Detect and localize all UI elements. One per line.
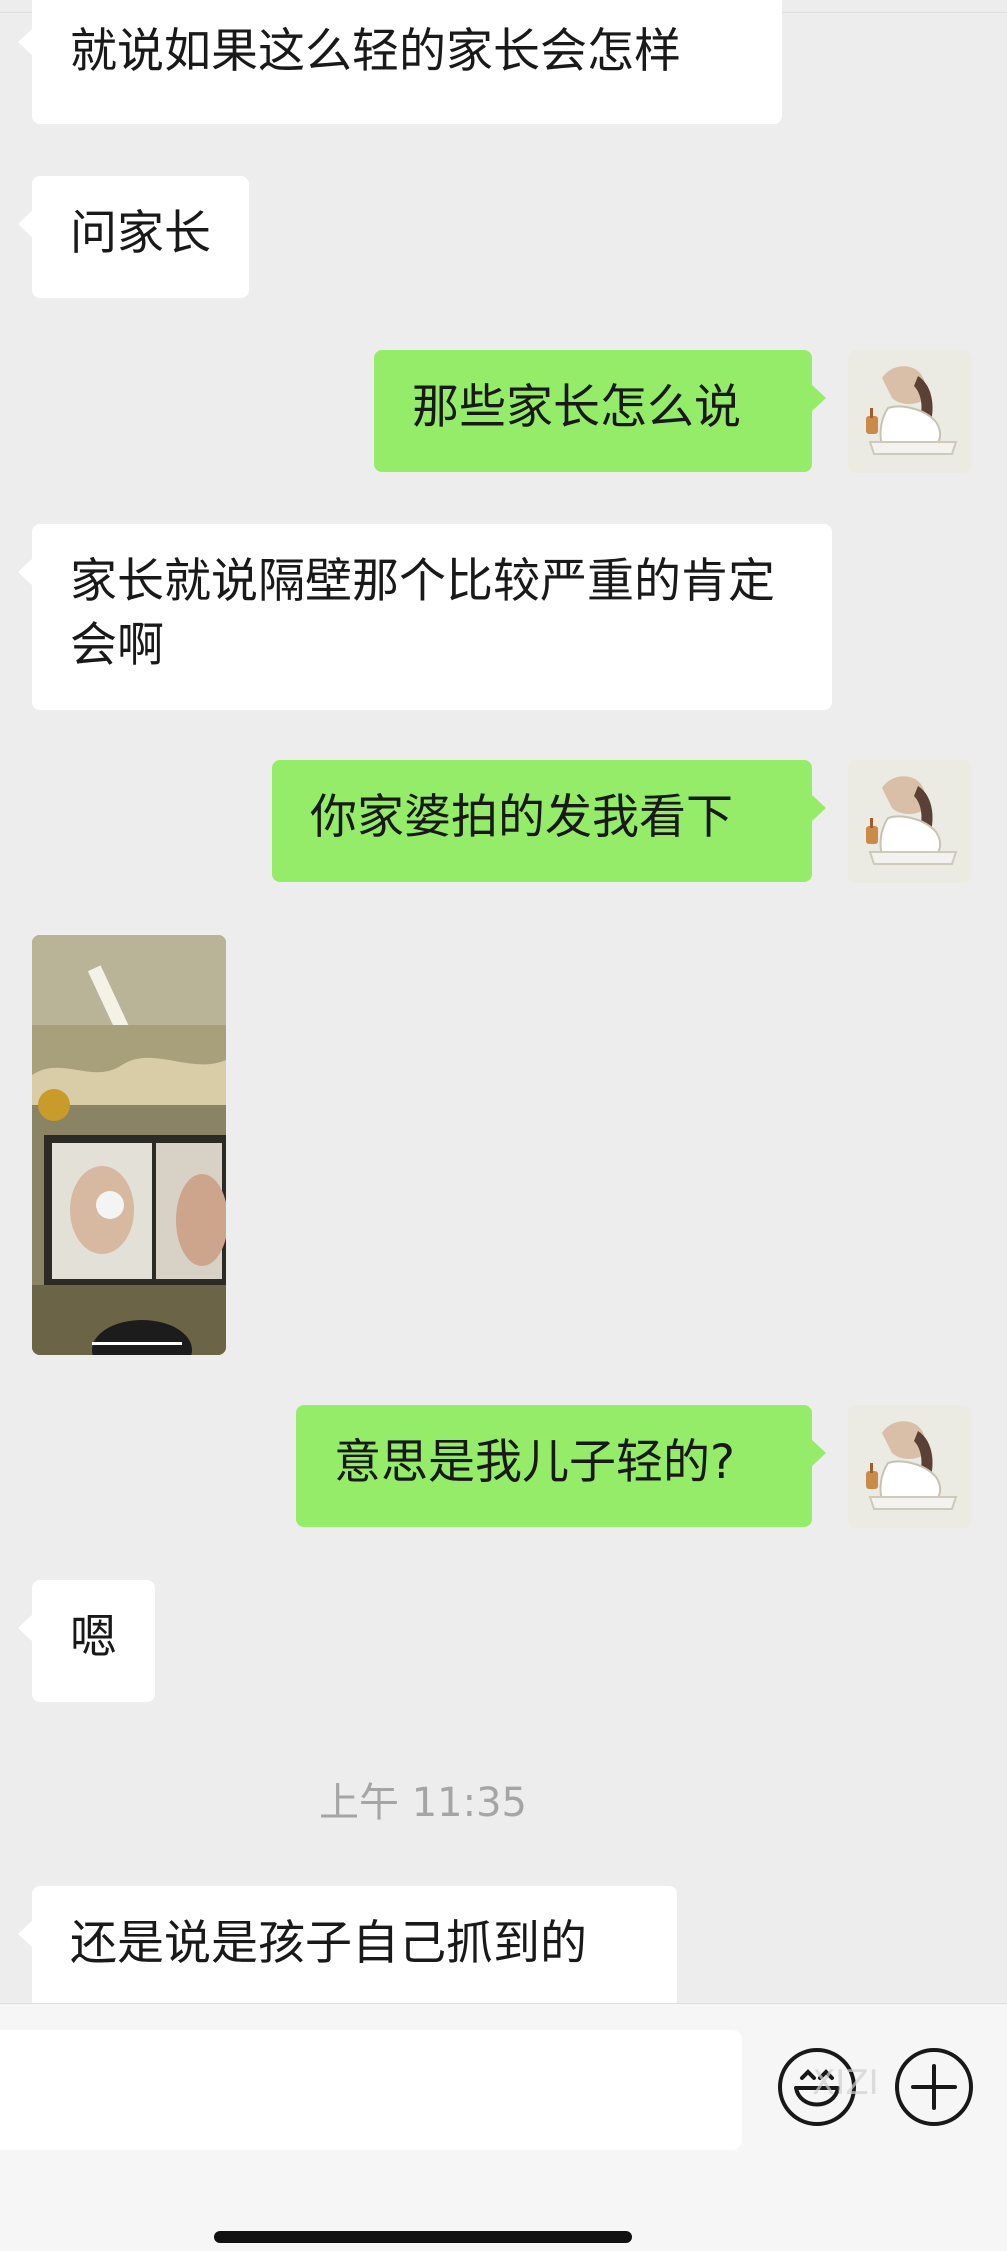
avatar[interactable] bbox=[848, 1405, 971, 1528]
message-bubble-incoming[interactable]: 问家长 bbox=[18, 176, 249, 298]
message-input[interactable] bbox=[0, 2030, 742, 2150]
avatar-illustration bbox=[848, 1405, 971, 1528]
message-bubble-outgoing[interactable]: 意思是我儿子轻的? bbox=[296, 1405, 826, 1527]
avatar[interactable] bbox=[848, 760, 971, 883]
message-text: 意思是我儿子轻的? bbox=[334, 1435, 735, 1490]
avatar-illustration bbox=[848, 760, 971, 883]
svg-text:XIZI: XIZI bbox=[812, 2063, 879, 2102]
message-text: 那些家长怎么说 bbox=[412, 380, 741, 435]
message-text: 家长就说隔壁那个比较严重的肯定会啊 bbox=[70, 554, 775, 673]
avatar-illustration bbox=[848, 350, 971, 473]
input-bar: XIZI bbox=[0, 2003, 1007, 2251]
message-text: 还是说是孩子自己抓到的 bbox=[70, 1916, 587, 1971]
message-bubble-incoming[interactable]: 就说如果这么轻的家长会怎样 bbox=[18, 0, 782, 124]
message-text: 你家婆拍的发我看下 bbox=[310, 790, 733, 845]
message-text: 问家长 bbox=[70, 206, 211, 261]
watermark-logo: XIZI bbox=[812, 2063, 879, 2102]
message-bubble-outgoing[interactable]: 你家婆拍的发我看下 bbox=[272, 760, 826, 882]
message-bubble-incoming[interactable]: 还是说是孩子自己抓到的 bbox=[18, 1886, 677, 2016]
avatar[interactable] bbox=[848, 350, 971, 473]
photo-message[interactable] bbox=[32, 935, 226, 1355]
message-bubble-incoming[interactable]: 嗯 bbox=[18, 1580, 155, 1702]
message-text: 就说如果这么轻的家长会怎样 bbox=[70, 24, 681, 79]
message-bubble-outgoing[interactable]: 那些家长怎么说 bbox=[374, 350, 826, 472]
home-indicator bbox=[214, 2231, 632, 2243]
message-text: 嗯 bbox=[70, 1610, 117, 1665]
message-timestamp: 上午 11:35 bbox=[319, 1780, 527, 1826]
message-bubble-incoming[interactable]: 家长就说隔壁那个比较严重的肯定会啊 bbox=[18, 524, 832, 710]
photo-thumbnail bbox=[32, 935, 226, 1355]
